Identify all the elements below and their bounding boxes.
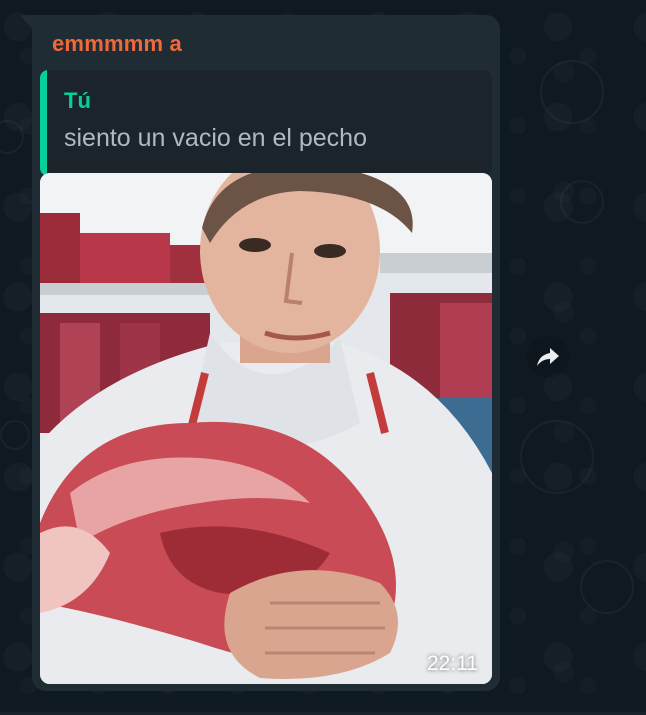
- photo-illustration: [40, 173, 492, 684]
- quoted-reply[interactable]: Tú siento un vacio en el pecho: [40, 70, 492, 176]
- wallpaper-doodle: [540, 60, 604, 124]
- quote-accent-bar: [40, 70, 47, 176]
- wallpaper-doodle: [0, 420, 30, 450]
- forward-button[interactable]: [527, 336, 569, 378]
- quoted-author: Tú: [64, 88, 91, 113]
- sender-name[interactable]: emmmmm a: [52, 31, 182, 57]
- wallpaper-doodle: [0, 120, 24, 154]
- wallpaper-doodle: [560, 180, 604, 224]
- message-bubble[interactable]: emmmmm a Tú siento un vacio en el pecho: [32, 15, 500, 691]
- forward-arrow-icon: [537, 348, 559, 366]
- message-timestamp: 22:11: [427, 652, 478, 675]
- quoted-text: siento un vacio en el pecho: [64, 124, 367, 152]
- wallpaper-doodle: [520, 420, 594, 494]
- wallpaper-doodle: [580, 560, 634, 614]
- message-photo[interactable]: 22:11: [40, 173, 492, 684]
